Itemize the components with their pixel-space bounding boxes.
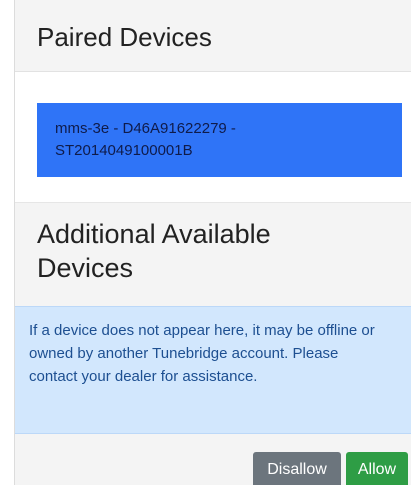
paired-device-serial: ST2014049100001B: [55, 142, 193, 159]
device-notice-text: If a device does not appear here, it may…: [29, 322, 375, 385]
available-devices-title: Additional Available Devices: [37, 219, 271, 283]
paired-device-name: mms-3e - D46A91622279 -: [55, 120, 236, 137]
paired-devices-header: Paired Devices: [15, 0, 411, 72]
action-footer: Disallow Allow: [15, 434, 411, 485]
allow-button[interactable]: Allow: [346, 452, 408, 485]
disallow-button[interactable]: Disallow: [253, 452, 341, 485]
device-notice-alert: If a device does not appear here, it may…: [15, 306, 411, 434]
device-pairing-page: Paired Devices mms-3e - D46A91622279 - S…: [0, 0, 411, 485]
available-devices-header: Additional Available Devices: [15, 202, 411, 307]
paired-devices-title: Paired Devices: [37, 22, 212, 52]
devices-card: Paired Devices mms-3e - D46A91622279 - S…: [14, 0, 411, 485]
paired-device-item[interactable]: mms-3e - D46A91622279 - ST2014049100001B: [37, 103, 402, 177]
